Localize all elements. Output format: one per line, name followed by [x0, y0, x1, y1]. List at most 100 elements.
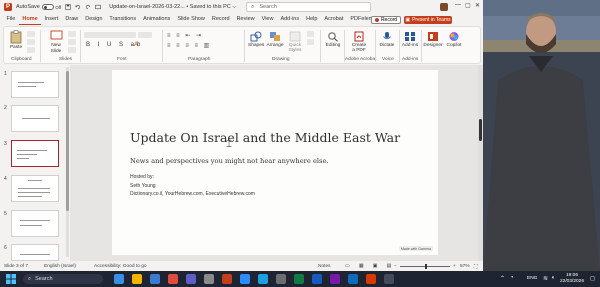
tab-animations[interactable]: Animations	[140, 14, 174, 25]
close-button[interactable]: ✕	[475, 2, 480, 9]
layout-icon[interactable]	[68, 31, 76, 37]
present-in-teams-button[interactable]: ▣ Present in Teams	[404, 16, 452, 24]
create-pdf-button[interactable]: Create a PDF	[348, 31, 370, 53]
tab-design[interactable]: Design	[82, 14, 106, 25]
bullet-list-icons[interactable]: ≡ ≡ ⇤ ⇥	[167, 32, 203, 39]
taskbar-search-input[interactable]: ⌕ Search	[23, 274, 103, 284]
section-icon[interactable]	[68, 47, 76, 53]
teams-icon[interactable]	[186, 274, 196, 284]
tray-overflow-icon[interactable]: ⌃	[500, 275, 505, 282]
tab-transitions[interactable]: Transitions	[106, 14, 140, 25]
shape-outline-icon[interactable]	[307, 39, 314, 45]
accessibility-status[interactable]: Accessibility: Good to go	[94, 264, 147, 269]
taskbar-clock[interactable]: 19:06 22/03/2026	[560, 273, 584, 285]
shapes-button[interactable]: Shapes	[248, 31, 264, 48]
font-size-dropdown[interactable]	[138, 32, 152, 38]
host-websites[interactable]: Dictionary.co.il, YourHebrew.com, Execut…	[130, 191, 255, 197]
app-icon[interactable]	[276, 274, 286, 284]
notifications-icon[interactable]: ◻	[590, 275, 595, 282]
edge-icon[interactable]	[150, 274, 160, 284]
reset-icon[interactable]	[68, 39, 76, 45]
tab-add-ins[interactable]: Add-ins	[277, 14, 303, 25]
tab-help[interactable]: Help	[303, 14, 321, 25]
file-explorer-icon[interactable]	[132, 274, 142, 284]
settings-icon[interactable]	[204, 274, 214, 284]
shape-fill-icon[interactable]	[307, 31, 314, 37]
word-icon[interactable]	[312, 274, 322, 284]
slide-thumbnail-1[interactable]	[11, 71, 59, 98]
slide-subtitle[interactable]: News and perspectives you might not hear…	[130, 157, 329, 165]
slide-thumbnail-5[interactable]	[11, 210, 59, 237]
search-input[interactable]: ⌕ Search	[246, 2, 371, 12]
thumbnail-scrollbar[interactable]	[66, 67, 69, 257]
add-ins-button[interactable]: Add-ins	[401, 31, 419, 48]
undo-icon[interactable]	[75, 4, 81, 10]
tab-file[interactable]: File	[3, 14, 19, 25]
present-label: Present in Teams	[412, 17, 451, 23]
autosave-toggle[interactable]	[41, 4, 54, 10]
slide-thumbnail-4[interactable]	[11, 175, 59, 202]
cut-icon[interactable]	[27, 31, 35, 37]
hosted-by-label[interactable]: Hosted by:	[130, 174, 154, 180]
tab-insert[interactable]: Insert	[41, 14, 62, 25]
alignment-icons[interactable]: ≡ ≡ ≡ ≡ ▥	[167, 42, 211, 49]
tab-view[interactable]: View	[258, 14, 277, 25]
current-slide[interactable]: Update On Israel and the Middle East War…	[112, 70, 438, 255]
redo-icon[interactable]	[85, 4, 91, 10]
zoom-in-icon[interactable]: +	[453, 264, 456, 269]
tab-record[interactable]: Record	[208, 14, 233, 25]
zoom-level[interactable]: 57%	[460, 264, 470, 269]
language-indicator[interactable]: English (Israel)	[44, 264, 76, 269]
zoom-out-icon[interactable]: −	[394, 264, 397, 269]
new-slide-button[interactable]: New Slide	[46, 30, 66, 54]
slide-thumbnail-2[interactable]	[11, 105, 59, 132]
language-indicator[interactable]: ENG	[527, 276, 537, 281]
paste-button[interactable]: Paste	[7, 30, 25, 50]
tab-review[interactable]: Review	[233, 14, 258, 25]
zoom-icon[interactable]	[240, 274, 250, 284]
document-title[interactable]: Update-on-Israel-2026-03-22... • Saved t…	[109, 4, 236, 11]
host-name[interactable]: Seth Young	[130, 183, 156, 189]
fit-slide-icon[interactable]: ⛶	[474, 264, 477, 270]
tab-acrobat[interactable]: Acrobat	[321, 14, 347, 25]
app-icon[interactable]	[384, 274, 394, 284]
powerpoint-taskbar-icon[interactable]	[222, 274, 232, 284]
maximize-button[interactable]: ▢	[465, 2, 471, 9]
tab-slide-show[interactable]: Slide Show	[174, 14, 209, 25]
task-view-icon[interactable]	[114, 274, 124, 284]
view-buttons[interactable]: ▭ ▦ ▣ ▤	[345, 264, 395, 269]
tab-draw[interactable]: Draw	[62, 14, 82, 25]
slide-title[interactable]: Update On Israel and the Middle East War	[130, 130, 400, 145]
excel-icon[interactable]	[294, 274, 304, 284]
zoom-slider-handle[interactable]	[425, 264, 427, 269]
font-name-dropdown[interactable]	[84, 32, 136, 38]
slideshow-icon[interactable]	[95, 4, 101, 10]
designer-button[interactable]: Designer	[423, 31, 443, 48]
font-group-label: Font	[117, 57, 127, 62]
slide-thumbnail-6[interactable]	[11, 244, 59, 261]
chrome-icon[interactable]	[168, 274, 178, 284]
minimize-button[interactable]: —	[455, 2, 461, 8]
arrange-button[interactable]: Arrange	[266, 31, 284, 48]
slide-thumbnail-3[interactable]	[11, 140, 59, 167]
avatar[interactable]	[440, 3, 448, 11]
onenote-icon[interactable]	[330, 274, 340, 284]
windows-start-icon[interactable]	[6, 274, 16, 284]
copilot-button[interactable]: Copilot	[445, 31, 463, 48]
font-color-icon[interactable]: A	[134, 42, 138, 48]
network-icon[interactable]: ◔	[510, 275, 514, 281]
editing-button[interactable]: Editing	[323, 31, 343, 48]
notes-button[interactable]: Notes	[318, 264, 331, 269]
quick-styles-button[interactable]: Quick Styles	[286, 31, 304, 53]
outlook-icon[interactable]	[348, 274, 358, 284]
app-icon[interactable]	[258, 274, 268, 284]
app-icon[interactable]	[366, 274, 376, 284]
save-icon[interactable]	[65, 4, 71, 10]
dictate-button[interactable]: Dictate	[378, 31, 396, 48]
volume-icon[interactable]: ◖	[551, 275, 555, 281]
format-painter-icon[interactable]	[27, 47, 35, 53]
copy-icon[interactable]	[27, 39, 35, 45]
record-button[interactable]: Record	[371, 16, 401, 24]
wifi-icon[interactable]: ≋	[543, 275, 548, 282]
tab-home[interactable]: Home	[18, 14, 42, 25]
